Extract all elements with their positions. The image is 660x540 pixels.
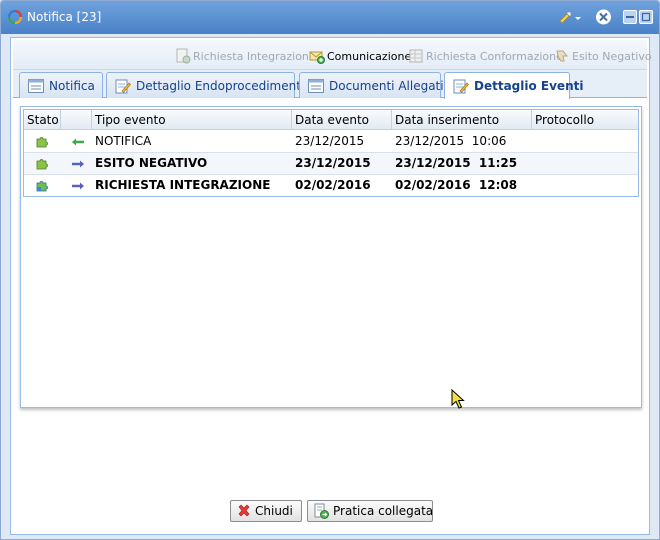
tab-strip: Notifica Dettaglio Endoprocedimenti Docu… [13,70,647,99]
pratica-collegata-button[interactable]: Pratica collegata [307,500,433,522]
app-logo-icon [8,10,22,24]
grid-header: Stato Tipo evento Data evento Data inser… [24,110,638,130]
cell-protocollo [532,131,638,152]
tab-dettaglio-eventi[interactable]: Dettaglio Eventi [444,72,583,99]
arrow-right-icon [72,160,84,167]
puzzle-piece-blue-icon [36,180,48,191]
mouse-cursor-icon [451,389,465,409]
arrow-left-icon [72,138,84,145]
form-icon [308,78,324,93]
document-go-icon [314,503,329,519]
column-header-data-inserimento[interactable]: Data inserimento [392,110,532,130]
cell-tipo-evento: NOTIFICA [95,134,152,148]
comunicazione-button[interactable]: Comunicazione [309,48,411,64]
column-header-stato[interactable]: Stato [24,110,61,130]
action-toolbar: Richiesta Integrazione Comunicazione Ric… [13,40,652,70]
events-grid: Stato Tipo evento Data evento Data inser… [23,109,639,197]
cell-data-evento: 23/12/2015 [295,156,371,170]
cell-data-inserimento: 23/12/2015 11:25 [395,156,518,170]
cell-data-evento: 23/12/2015 [295,134,365,148]
cell-data-evento: 02/02/2016 [295,178,371,192]
cell-tipo-evento: RICHIESTA INTEGRAZIONE [95,178,271,192]
cell-data-inserimento: 23/12/2015 10:06 [395,134,507,148]
table-row[interactable]: ESITO NEGATIVO 23/12/2015 23/12/2015 11:… [24,153,638,175]
tab-dettaglio-endoprocedimenti[interactable]: Dettaglio Endoprocedimenti [106,72,304,98]
column-header-data-evento[interactable]: Data evento [292,110,392,130]
maximize-icon[interactable] [639,9,653,25]
arrow-right-icon [72,182,84,189]
esito-negativo-button[interactable]: Esito Negativo [554,48,652,64]
tab-documenti-allegati[interactable]: Documenti Allegati [299,72,444,98]
richiesta-integrazione-button[interactable]: Richiesta Integrazione [175,48,316,64]
table-document-icon [409,49,423,63]
title-bar[interactable]: Notifica [23] [1,1,659,34]
request-document-icon [176,48,191,64]
richiesta-conformazione-button[interactable]: Richiesta Conformazione [408,48,563,64]
cell-protocollo [532,175,638,196]
form-icon [28,78,44,93]
tools-menu-icon[interactable] [557,9,583,25]
dialog-body: Richiesta Integrazione Comunicazione Ric… [10,37,652,535]
events-panel: Stato Tipo evento Data evento Data inser… [20,106,642,409]
column-header-direction[interactable] [61,110,92,130]
table-row[interactable]: RICHIESTA INTEGRAZIONE 02/02/2016 02/02/… [24,175,638,197]
edit-document-icon [115,79,131,93]
dialog-window: Notifica [23] Richiesta Integrazione Com… [0,0,660,540]
puzzle-piece-icon [36,158,48,169]
tab-notifica[interactable]: Notifica [19,72,103,98]
column-header-tipo-evento[interactable]: Tipo evento [92,110,292,130]
close-red-icon [238,504,250,517]
envelope-add-icon [309,51,325,64]
edit-document-icon [453,79,469,94]
cell-data-inserimento: 02/02/2016 12:08 [395,178,518,192]
table-row[interactable]: NOTIFICA 23/12/2015 23/12/2015 10:06 [24,131,638,153]
window-title: Notifica [23] [27,10,102,24]
cell-protocollo [532,153,638,174]
cell-tipo-evento: ESITO NEGATIVO [95,156,208,170]
thumbs-down-icon [556,50,569,62]
column-header-protocollo[interactable]: Protocollo [532,110,638,130]
close-icon[interactable] [595,9,612,25]
chiudi-button[interactable]: Chiudi [230,500,302,522]
minimize-icon[interactable] [623,9,637,25]
puzzle-piece-icon [36,136,48,147]
